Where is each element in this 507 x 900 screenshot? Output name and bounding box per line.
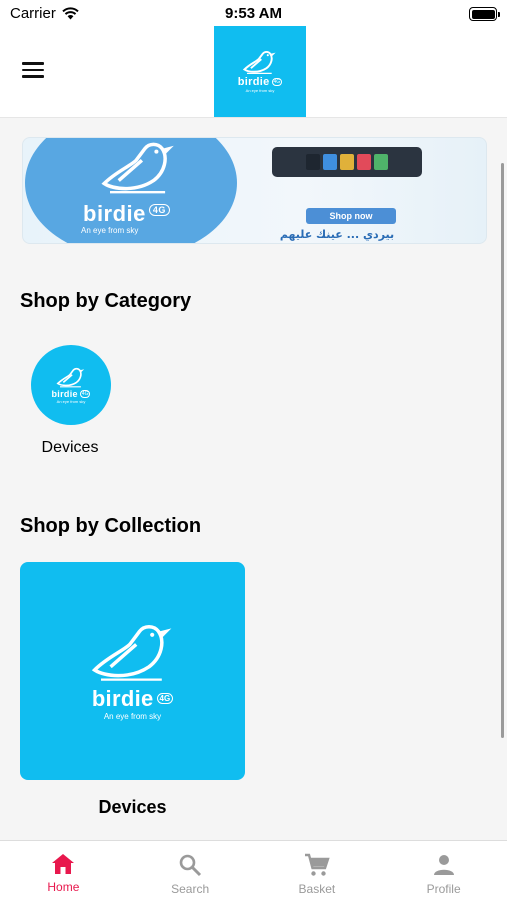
menu-button[interactable] [22, 58, 48, 82]
logo-brand-name: birdie [237, 76, 270, 88]
clock: 9:53 AM [225, 5, 282, 22]
banner-tagline: An eye from sky [81, 226, 139, 235]
status-bar: Carrier 9:53 AM [0, 0, 507, 26]
promo-banner[interactable]: birdie 4G An eye from sky Shop now بيردي … [22, 137, 487, 244]
banner-brand-name: birdie [83, 201, 146, 226]
shop-now-button[interactable]: Shop now [306, 208, 396, 224]
category-section-title: Shop by Category [20, 290, 192, 312]
collection-brand-badge: 4G [156, 693, 174, 704]
tab-profile[interactable]: Profile [380, 841, 507, 900]
tab-search[interactable]: Search [127, 841, 254, 900]
battery-icon [469, 7, 500, 21]
tab-home[interactable]: Home [0, 841, 127, 900]
logo-tagline: An eye from sky [245, 88, 275, 93]
category-image: birdie 4G An eye from sky [31, 345, 111, 425]
collection-label: Devices [98, 797, 167, 817]
tab-basket-label: Basket [298, 882, 336, 896]
category-brand-tagline: An eye from sky [56, 398, 86, 404]
category-brand-name: birdie [51, 388, 78, 399]
bird-icon [91, 624, 171, 681]
collection-brand-tagline: An eye from sky [103, 711, 162, 721]
banner-arabic-slogan: بيردي ... عينك عليهم [279, 228, 395, 241]
bird-icon [242, 50, 276, 75]
person-icon [433, 855, 454, 875]
bird-icon [56, 367, 85, 387]
logo-badge: 4G [271, 78, 283, 86]
scrollbar[interactable] [501, 163, 504, 738]
collection-brand-name: birdie [91, 685, 154, 711]
category-item-devices[interactable]: birdie 4G An eye from sky Devices [25, 345, 115, 457]
tab-home-label: Home [47, 880, 80, 894]
cart-icon [304, 853, 330, 876]
collection-item-devices[interactable]: birdie 4G An eye from sky Devices [20, 562, 245, 818]
tab-basket[interactable]: Basket [254, 841, 381, 900]
search-icon [179, 854, 202, 877]
bottom-tab-bar: Home Search Basket Profile [0, 840, 507, 900]
category-brand-badge: 4G [79, 389, 91, 398]
home-content[interactable]: birdie 4G An eye from sky Shop now بيردي … [0, 118, 507, 840]
bird-icon [101, 142, 174, 194]
home-icon [52, 854, 75, 874]
collection-image: birdie 4G An eye from sky [20, 562, 245, 780]
app-header: birdie 4G An eye from sky [0, 26, 507, 118]
brand-logo[interactable]: birdie 4G An eye from sky [214, 26, 306, 117]
tab-search-label: Search [171, 882, 210, 896]
collection-section-title: Shop by Collection [20, 515, 202, 537]
banner-brand: birdie 4G [83, 201, 170, 227]
category-label: Devices [41, 439, 99, 456]
tab-profile-label: Profile [426, 882, 461, 896]
banner-badge: 4G [148, 204, 170, 216]
device-image [272, 147, 422, 177]
